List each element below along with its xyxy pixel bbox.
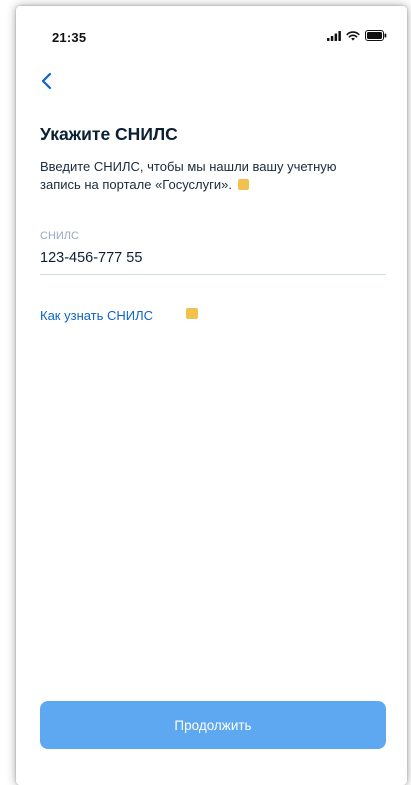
battery-icon [365,28,387,46]
chevron-left-icon [36,72,58,96]
phone-screen: 21:35 Укажите СНИЛС Введите СНИЛС, чтобы… [16,6,407,785]
signal-icon [327,28,341,46]
how-to-find-snils-link[interactable]: Как узнать СНИЛС [40,308,153,323]
page-title: Укажите СНИЛС [40,124,178,144]
back-button[interactable] [36,70,58,92]
status-icons [327,28,387,46]
link-marker-icon [186,308,198,319]
wifi-icon [346,28,360,46]
description-text: Введите СНИЛС, чтобы мы нашли вашу учетн… [40,159,337,192]
status-time: 21:35 [52,30,87,45]
status-bar: 21:35 [16,6,407,58]
snils-input[interactable] [40,250,386,275]
snils-field-label: СНИЛС [40,230,79,242]
snils-field: СНИЛС [40,230,386,275]
note-marker-icon [238,179,249,190]
description: Введите СНИЛС, чтобы мы нашли вашу учетн… [40,158,370,194]
continue-button[interactable]: Продолжить [40,701,386,749]
